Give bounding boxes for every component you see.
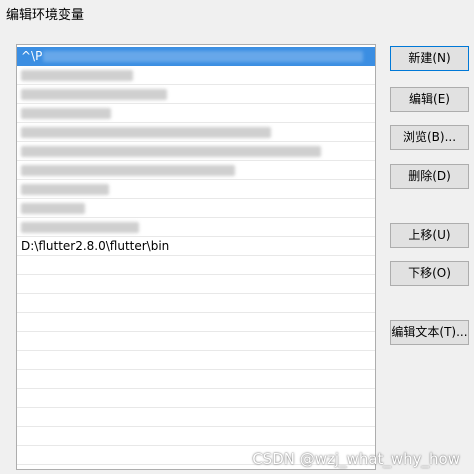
csdn-watermark: CSDN @wzj_what_why_how — [252, 450, 460, 468]
list-item-flutter[interactable]: D:\flutter2.8.0\flutter\bin — [17, 237, 375, 256]
list-item-empty[interactable] — [17, 351, 375, 370]
redacted-entry-text — [21, 222, 139, 233]
delete-button[interactable]: 删除(D) — [390, 164, 469, 189]
dialog-title: 编辑环境变量 — [6, 8, 85, 23]
path-list[interactable]: ^\P D:\flutter2.8.0\flutter\bin — [16, 44, 376, 470]
move-down-button[interactable]: 下移(O) — [390, 261, 469, 286]
browse-button[interactable]: 浏览(B)... — [390, 125, 469, 150]
list-item-empty[interactable] — [17, 256, 375, 275]
redacted-entry-text — [21, 127, 271, 138]
list-item-empty[interactable] — [17, 408, 375, 427]
redacted-entry-text — [21, 203, 85, 214]
redacted-entry-text — [43, 51, 363, 62]
list-item[interactable] — [17, 85, 375, 104]
list-item-empty[interactable] — [17, 294, 375, 313]
edit-text-button[interactable]: 编辑文本(T)... — [390, 320, 469, 345]
list-item-empty[interactable] — [17, 332, 375, 351]
list-item-empty[interactable] — [17, 275, 375, 294]
list-item-empty[interactable] — [17, 427, 375, 446]
list-item[interactable] — [17, 66, 375, 85]
list-item-text: D:\flutter2.8.0\flutter\bin — [21, 239, 170, 253]
redacted-entry-text — [21, 165, 235, 176]
list-item[interactable] — [17, 142, 375, 161]
redacted-entry-text — [21, 70, 133, 81]
list-item[interactable] — [17, 123, 375, 142]
list-item[interactable] — [17, 161, 375, 180]
redacted-entry-text — [21, 108, 111, 119]
list-item-empty[interactable] — [17, 389, 375, 408]
new-button[interactable]: 新建(N) — [390, 46, 469, 71]
list-item[interactable] — [17, 104, 375, 123]
list-item-selected-text: ^\P — [21, 49, 43, 63]
list-item[interactable] — [17, 180, 375, 199]
list-item-selected[interactable]: ^\P — [17, 47, 375, 66]
move-up-button[interactable]: 上移(U) — [390, 223, 469, 248]
edit-button[interactable]: 编辑(E) — [390, 87, 469, 112]
redacted-entry-text — [21, 146, 321, 157]
list-item-empty[interactable] — [17, 313, 375, 332]
list-item-empty[interactable] — [17, 370, 375, 389]
list-item[interactable] — [17, 218, 375, 237]
list-item[interactable] — [17, 199, 375, 218]
redacted-entry-text — [21, 184, 109, 195]
redacted-entry-text — [21, 89, 167, 100]
